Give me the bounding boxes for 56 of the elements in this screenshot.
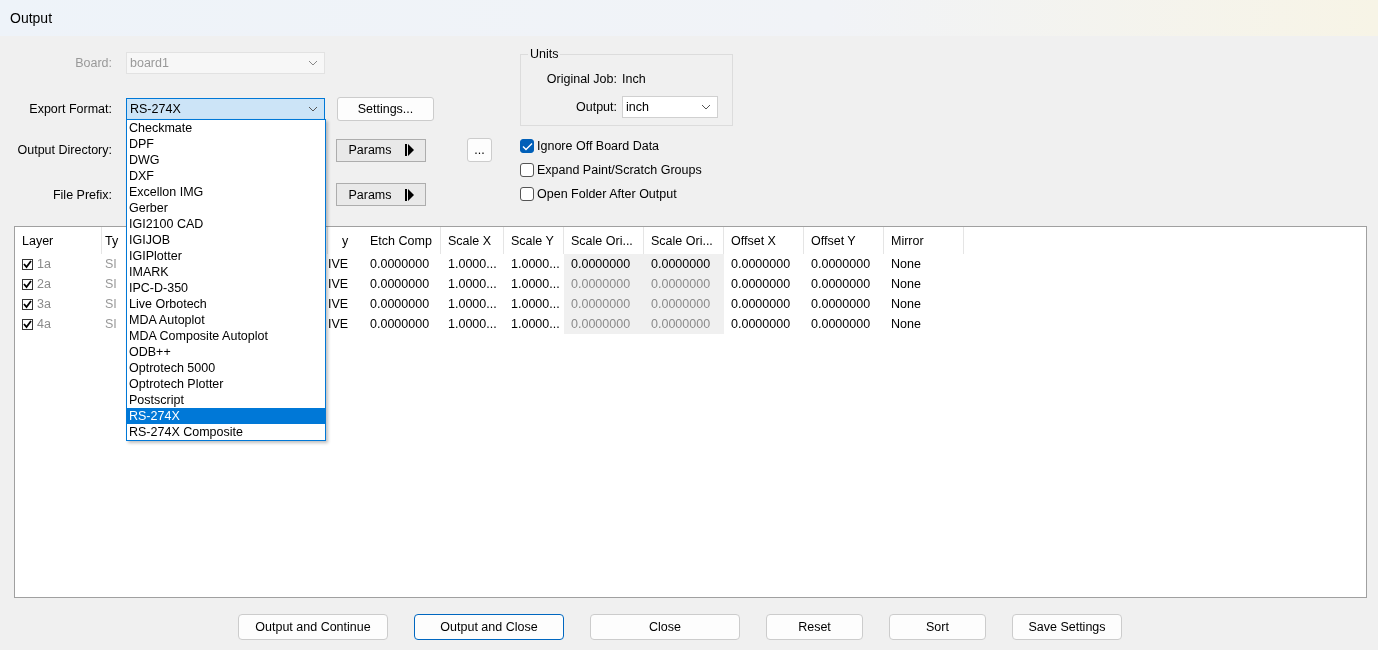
- table-cell: 0.0000000: [811, 297, 871, 311]
- units-title: Units: [529, 47, 560, 61]
- table-cell: 1.0000...: [511, 257, 560, 271]
- table-cell: 3a: [37, 297, 51, 311]
- file-prefix-label: File Prefix:: [51, 187, 112, 202]
- table-cell: SI: [105, 317, 117, 331]
- table-cell: None: [891, 277, 921, 291]
- table-cell: SI: [105, 257, 117, 271]
- table-cell: None: [891, 317, 921, 331]
- table-cell: SI: [105, 297, 117, 311]
- table-cell: 1.0000...: [511, 277, 560, 291]
- checkbox-label: Open Folder After Output: [537, 187, 677, 201]
- table-cell: None: [891, 257, 921, 271]
- output-directory-label: Output Directory:: [16, 143, 112, 157]
- original-job-label: Original Job:: [545, 72, 617, 86]
- table-cell: 1.0000...: [448, 317, 497, 331]
- table-cell: 0.0000000: [370, 317, 430, 331]
- export-format-label: Export Format:: [28, 102, 112, 116]
- original-job-value: Inch: [622, 72, 646, 86]
- table-cell: 0.0000000: [370, 277, 430, 291]
- table-cell: 1a: [37, 257, 51, 271]
- table-cell: 0.0000000: [811, 277, 871, 291]
- checkbox-label: Ignore Off Board Data: [537, 139, 660, 153]
- table-cell: IVE: [328, 257, 349, 271]
- table-cell: 1.0000...: [448, 277, 497, 291]
- checkbox-label: Expand Paint/Scratch Groups: [537, 163, 702, 177]
- table-cell: 1.0000...: [448, 257, 497, 271]
- table-cell: 0.0000000: [571, 257, 631, 271]
- table-cell: None: [891, 297, 921, 311]
- table-cell: 2a: [37, 277, 51, 291]
- table-cell: 0.0000000: [731, 297, 791, 311]
- table-cell: 0.0000000: [370, 297, 430, 311]
- table-cell: IVE: [328, 317, 349, 331]
- table-cell: 0.0000000: [651, 317, 711, 331]
- table-cell: 1.0000...: [511, 317, 560, 331]
- table-cell: 0.0000000: [731, 257, 791, 271]
- table-cell: 0.0000000: [731, 277, 791, 291]
- table-cell: 0.0000000: [651, 257, 711, 271]
- table-cell: 0.0000000: [571, 317, 631, 331]
- window-title: Output: [10, 10, 53, 26]
- table-cell: IVE: [328, 277, 349, 291]
- board-label: Board:: [74, 56, 112, 70]
- table-cell: 0.0000000: [571, 277, 631, 291]
- table-cell: IVE: [328, 297, 349, 311]
- output-label: Output:: [575, 100, 617, 114]
- table-cell: 0.0000000: [370, 257, 430, 271]
- table-cell: 0.0000000: [651, 297, 711, 311]
- table-cell: 0.0000000: [731, 317, 791, 331]
- table-cell: 1.0000...: [448, 297, 497, 311]
- table-cell: 0.0000000: [571, 297, 631, 311]
- table-cell: SI: [105, 277, 117, 291]
- table-cell: 0.0000000: [811, 257, 871, 271]
- table-cell: 4a: [37, 317, 51, 331]
- table-cell: 0.0000000: [811, 317, 871, 331]
- table-cell: 0.0000000: [651, 277, 711, 291]
- table-cell: 1.0000...: [511, 297, 560, 311]
